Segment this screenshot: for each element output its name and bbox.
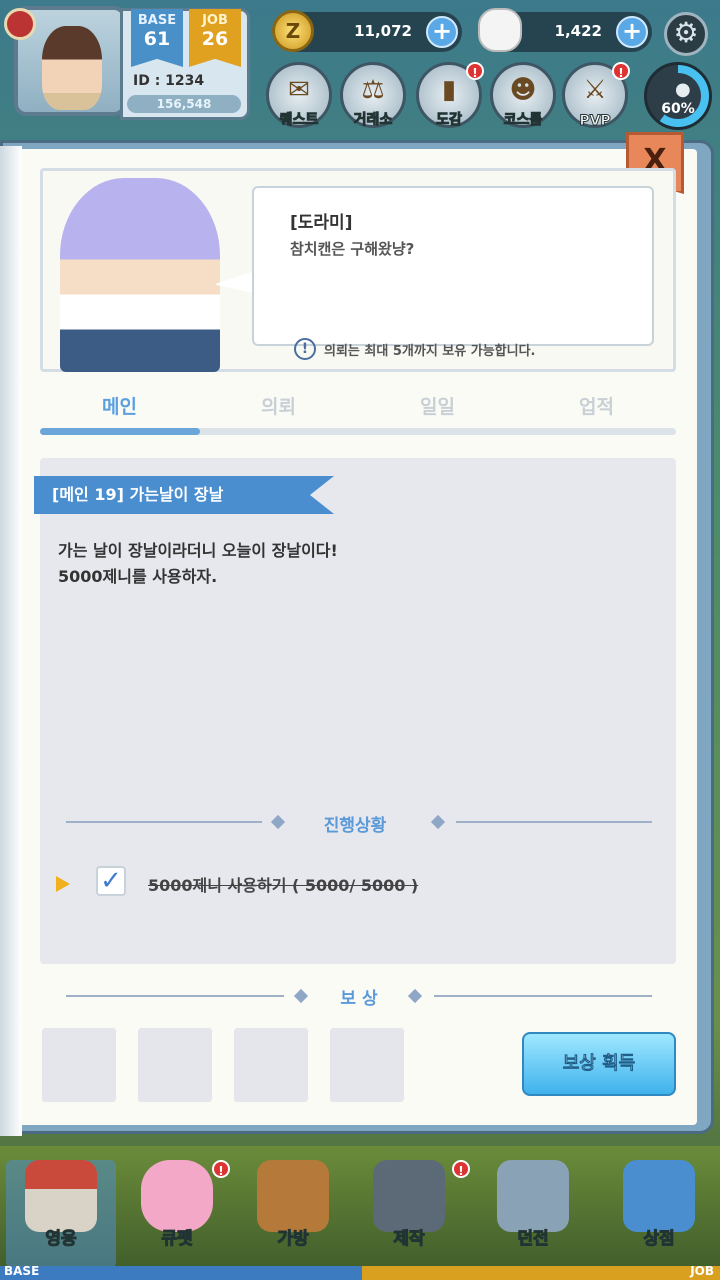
nav-craft[interactable]: 제작 <box>354 1160 464 1268</box>
quest-description: 가는 날이 장날이라더니 오늘이 장날이다! 5000제니를 사용하자. <box>58 538 338 590</box>
costume-icon: ☻ <box>509 75 537 105</box>
cat-currency-value: 1,422 <box>554 22 602 40</box>
info-text: 의뢰는 최대 5개까지 보유 가능합니다. <box>324 344 536 359</box>
minimap-progress: ● 60% <box>655 73 701 119</box>
map-pin-icon: ● <box>675 79 691 100</box>
objective-text: 5000제니 사용하기 ( 5000/ 5000 ) <box>148 876 419 895</box>
hero-icon <box>25 1160 97 1232</box>
reward-divider-right <box>434 995 652 997</box>
collection-alert-badge: ! <box>466 62 484 80</box>
shop-icon <box>623 1160 695 1232</box>
menu-quest[interactable]: ✉ 퀘스트 <box>266 62 332 129</box>
add-zeny-button[interactable]: + <box>426 16 458 48</box>
job-level-label: JOB <box>202 13 228 28</box>
reward-divider-left <box>66 995 284 997</box>
avatar-face <box>42 26 102 110</box>
map-progress-value: 60% <box>661 101 695 117</box>
menu-exchange-label: 거래소 <box>353 112 393 129</box>
craft-alert-badge: ! <box>452 1160 470 1178</box>
guild-emblem-icon[interactable] <box>4 8 36 40</box>
zeny-coin-icon: Z <box>272 10 314 52</box>
menu-quest-label: 퀘스트 <box>279 112 319 129</box>
progress-title: 진행상황 <box>323 816 387 836</box>
base-exp-fill <box>0 1266 362 1280</box>
progress-divider-right <box>456 821 652 823</box>
top-bar: BASE 61 JOB 26 ID : 1234 156,548 Z 11,07… <box>0 0 720 140</box>
scales-icon: ⚖ <box>361 75 385 105</box>
nav-bag-label: 가방 <box>277 1229 309 1250</box>
nav-craft-label: 제작 <box>393 1229 425 1250</box>
reward-title: 보 상 <box>340 989 378 1009</box>
reward-slot <box>42 1028 116 1102</box>
claim-reward-button[interactable]: 보상 획득 <box>522 1032 676 1096</box>
objective-checkbox: ✓ <box>96 866 126 896</box>
job-exp-fill <box>362 1266 720 1280</box>
nav-dungeon-label: 던전 <box>517 1229 549 1250</box>
cat-currency-icon <box>478 8 522 52</box>
book-spine <box>0 146 22 1136</box>
menu-costume[interactable]: ☻ 코스튬 <box>490 62 556 129</box>
tab-request[interactable]: 의뢰 <box>199 392 358 419</box>
pet-icon <box>141 1160 213 1232</box>
tab-daily[interactable]: 일일 <box>358 392 517 419</box>
pet-alert-badge: ! <box>212 1160 230 1178</box>
info-icon: ! <box>294 338 316 360</box>
nav-pet-label: 큐펫 <box>161 1229 193 1250</box>
player-exp: 156,548 <box>127 95 241 113</box>
minimap-button[interactable]: ● 60% <box>644 62 712 130</box>
progress-divider-left <box>66 821 262 823</box>
base-level-flag: BASE 61 <box>131 9 183 67</box>
tab-main[interactable]: 메인 <box>40 392 199 419</box>
objective-arrow-icon <box>56 876 70 892</box>
menu-collection-label: 도감 <box>436 112 463 129</box>
scroll-icon: ✉ <box>288 75 310 105</box>
exp-bar: BASE JOB <box>0 1264 720 1280</box>
quest-description-line2: 5000제니를 사용하자. <box>58 567 218 586</box>
nav-shop-label: 상점 <box>643 1229 675 1250</box>
nav-hero[interactable]: 영웅 <box>6 1160 116 1268</box>
nav-bag[interactable]: 가방 <box>238 1160 348 1268</box>
npc-dialogue: 참치캔은 구해왔냥? <box>290 240 415 258</box>
player-id: ID : 1234 <box>133 73 205 89</box>
dungeon-icon <box>497 1160 569 1232</box>
add-cat-currency-button[interactable]: + <box>616 16 648 48</box>
nav-shop[interactable]: 상점 <box>604 1160 714 1268</box>
menu-pvp-label: PVP <box>579 113 611 130</box>
anvil-icon <box>373 1160 445 1232</box>
base-exp-label: BASE <box>4 1264 40 1278</box>
nav-dungeon[interactable]: 던전 <box>478 1160 588 1268</box>
bag-icon <box>257 1160 329 1232</box>
reward-slot <box>138 1028 212 1102</box>
nav-hero-label: 영웅 <box>45 1229 77 1250</box>
menu-costume-label: 코스튬 <box>503 112 543 129</box>
reward-slot <box>330 1028 404 1102</box>
cat-currency-counter: 1,422 + <box>478 8 652 52</box>
zeny-counter: Z 11,072 + <box>272 10 462 52</box>
job-exp-label: JOB <box>690 1264 714 1278</box>
npc-name: [도라미] <box>290 213 353 233</box>
zeny-value: 11,072 <box>354 22 412 40</box>
base-level-label: BASE <box>137 13 177 28</box>
reward-slot <box>234 1028 308 1102</box>
npc-portrait <box>60 178 220 372</box>
tab-achievement[interactable]: 업적 <box>517 392 676 419</box>
job-level-value: 26 <box>201 28 229 50</box>
quest-title: [메인 19] 가는날이 장날 <box>34 476 334 514</box>
menu-exchange[interactable]: ⚖ 거래소 <box>340 62 406 129</box>
tab-indicator <box>40 428 200 435</box>
job-level-flag: JOB 26 <box>189 9 241 67</box>
quest-description-line1: 가는 날이 장날이라더니 오늘이 장날이다! <box>58 541 338 560</box>
player-profile: BASE 61 JOB 26 ID : 1234 156,548 <box>120 8 250 120</box>
settings-gear-icon[interactable]: ⚙ <box>664 12 708 56</box>
bottom-nav: 영웅 큐펫 가방 제작 던전 상점 <box>0 1146 720 1280</box>
base-level-value: 61 <box>143 28 171 50</box>
pvp-alert-badge: ! <box>612 62 630 80</box>
